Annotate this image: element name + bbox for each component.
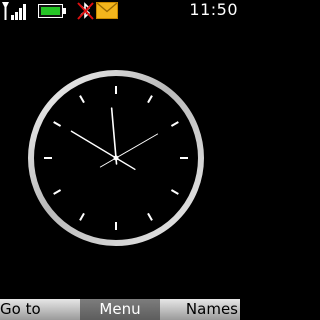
clock-face xyxy=(28,70,204,246)
battery-icon xyxy=(38,4,66,18)
clock-center-pin xyxy=(113,155,119,161)
goto-softkey[interactable]: Go to xyxy=(0,299,70,320)
bluetooth-off-icon xyxy=(77,2,94,20)
names-softkey[interactable]: Names xyxy=(168,299,238,320)
signal-strength-icon xyxy=(2,2,26,20)
status-bar: 11:50 xyxy=(0,0,240,24)
analog-clock xyxy=(24,66,208,250)
envelope-icon xyxy=(96,2,118,19)
status-time: 11:50 xyxy=(189,0,238,19)
menu-softkey[interactable]: Menu xyxy=(80,299,160,320)
softkey-bar: Go to Menu Names xyxy=(0,299,240,320)
